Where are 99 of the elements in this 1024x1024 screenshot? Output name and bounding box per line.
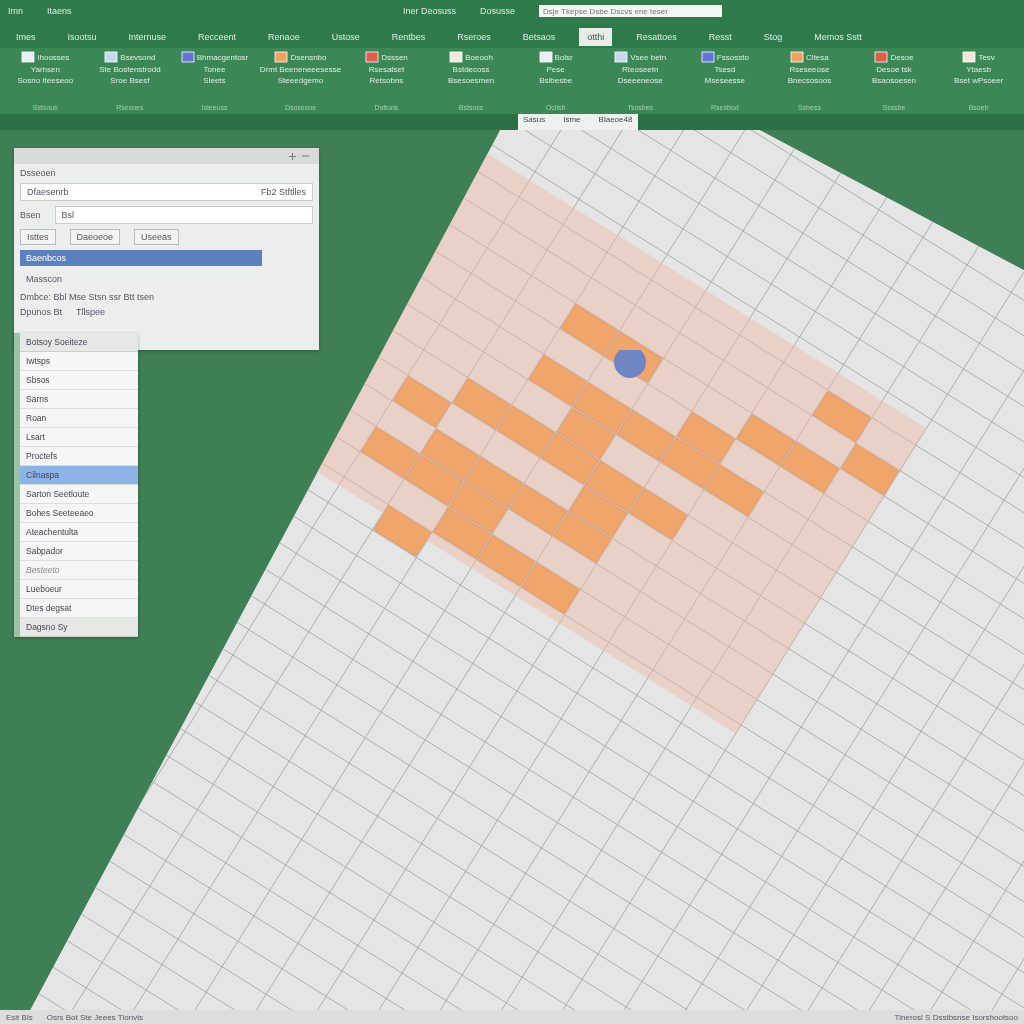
ribbon-tab[interactable]: Isootsu	[59, 28, 105, 46]
ribbon-command[interactable]: Rsesatset	[368, 65, 405, 74]
ribbon-command[interactable]: Ihoosses	[21, 51, 70, 63]
ribbon-icon	[21, 51, 36, 63]
dialog-tab[interactable]: Isttes	[20, 229, 56, 245]
ribbon-command[interactable]: Dseeeneose	[617, 76, 663, 85]
ribbon-icon	[104, 51, 119, 63]
ribbon-command[interactable]: Bsaosoesen	[872, 76, 917, 85]
list-header: Botsoy Soeiteze	[20, 333, 138, 352]
ribbon-tab[interactable]: Resst	[700, 28, 740, 46]
ribbon-tab[interactable]: otthi	[579, 28, 613, 46]
ribbon-command[interactable]: Dsensnbo	[274, 51, 327, 63]
dialog-tab[interactable]: Daeoeoe	[69, 229, 121, 245]
ribbon-icon	[614, 51, 629, 63]
ribbon-tab[interactable]: Rentbes	[383, 28, 434, 46]
list-item[interactable]: Cilnaspa	[20, 466, 138, 485]
ribbon-icon	[700, 51, 715, 63]
search-field[interactable]: Dsje Tkepse Dsbe Dscvs ene teser	[539, 5, 722, 17]
ribbon-command[interactable]: Bslbesbe	[539, 76, 573, 85]
ribbon-command[interactable]: Sleets	[203, 76, 226, 85]
ribbon-icon	[538, 51, 553, 63]
ribbon-command[interactable]: Sroe Bsesf	[110, 76, 150, 85]
ribbon-command[interactable]: Tonee	[203, 65, 226, 74]
ribbon-tab[interactable]: Betsaos	[514, 28, 564, 46]
name-box[interactable]: Sasus Isme Blaeoe48	[518, 114, 638, 130]
list-item[interactable]: Bohes Seeteeaeo	[20, 504, 138, 523]
field-label: Bsen	[20, 210, 41, 220]
ribbon-command[interactable]: Tesv	[962, 51, 995, 63]
window-subtitle: Dosusse	[480, 6, 515, 16]
ribbon-command[interactable]: Bstdecoss	[452, 65, 490, 74]
ribbon-command[interactable]: Yarhsen	[30, 65, 60, 74]
ribbon-command[interactable]: Tsesd	[714, 65, 736, 74]
list-item[interactable]: Iwtsps	[20, 352, 138, 371]
dialog-tab[interactable]: Useeas	[134, 229, 179, 245]
list-footer: Dagsno Sy	[20, 618, 138, 637]
status-text: Osrs Bot Ste Jeees Tlonvis	[46, 1012, 143, 1022]
dialog-label: Dsseoen	[20, 168, 57, 178]
ribbon-command[interactable]: Retsobns	[369, 76, 404, 85]
ribbon-command[interactable]: Fssossto	[700, 51, 749, 63]
ribbon-command[interactable]: Cltesa	[790, 51, 829, 63]
ribbon-tab[interactable]: Stog	[755, 28, 791, 46]
ribbon-icon	[790, 51, 805, 63]
ribbon-command[interactable]: Bhmacgentosr	[180, 51, 249, 63]
ribbon-command[interactable]: Bnecsosoos	[787, 76, 832, 85]
list-item[interactable]: Dtes degsat	[20, 599, 138, 618]
ribbon-command[interactable]: Pese	[546, 65, 565, 74]
list-item[interactable]: Proctefs	[20, 447, 138, 466]
ribbon-icon	[962, 51, 977, 63]
input-field[interactable]: Bsl	[54, 206, 313, 224]
ribbon-command[interactable]: Drmt Beeneneeesesse	[259, 65, 342, 74]
window-title: Iner Deosuss	[402, 6, 456, 16]
ribbon-command[interactable]: Bsevsond	[104, 51, 156, 63]
ribbon-tab[interactable]: Rseroes	[449, 28, 499, 46]
ribbon-tab[interactable]: Recceent	[190, 28, 245, 46]
ribbon-command[interactable]: Mseseesse	[704, 76, 746, 85]
ribbon-tab[interactable]: Internuse	[120, 28, 175, 46]
ribbon-icon	[449, 51, 464, 63]
option-label: Dpunos Bt	[20, 307, 63, 317]
list-item[interactable]: Sabpador	[20, 542, 138, 561]
ribbon-icon	[365, 51, 380, 63]
plus-icon[interactable]	[289, 152, 296, 160]
list-item[interactable]: Roan	[20, 409, 138, 428]
list-item[interactable]: Sbsos	[20, 371, 138, 390]
title-bar-item[interactable]: Imn	[8, 6, 23, 16]
ribbon-command[interactable]: Desoe tsk	[876, 65, 912, 74]
ribbon-tab[interactable]: Ustose	[323, 28, 368, 46]
ribbon-command[interactable]: Bsesoesmen	[447, 76, 495, 85]
list-item[interactable]: Sarton Seetloute	[20, 485, 138, 504]
ribbon-command[interactable]: Sosno Iteeseoo	[17, 76, 74, 85]
ribbon-command[interactable]: Dsssen	[365, 51, 408, 63]
detail-text: Dmbce: Bbl Mse Stsn ssr Btt tsen	[20, 292, 156, 302]
list-item[interactable]: Lueboeur	[20, 580, 138, 599]
ribbon-command[interactable]: Bset wPsoeer	[953, 76, 1004, 85]
ribbon-tab[interactable]: Memos Sstt	[806, 28, 870, 46]
ribbon-command[interactable]: Rteoseetn	[622, 65, 659, 74]
list-item[interactable]: Ateachentulta	[20, 523, 138, 542]
ribbon-command[interactable]: Ste Bostenstrodd	[99, 65, 161, 74]
status-text: Tlnerosl S Dsstbsnse Isorshootsoo	[894, 1012, 1018, 1022]
ribbon-icon	[274, 51, 289, 63]
ribbon-command[interactable]: Steeedgemo	[277, 76, 324, 85]
ribbon-icon	[874, 51, 889, 63]
dialog-row[interactable]: Baenbcos	[20, 250, 262, 266]
dialog-row[interactable]: Masscon	[20, 271, 262, 287]
ribbon-command[interactable]: Ytaesb	[966, 65, 992, 74]
title-bar-item[interactable]: Itaens	[47, 6, 72, 16]
list-item[interactable]: Lsart	[20, 428, 138, 447]
ribbon-command[interactable]: Desoe	[874, 51, 914, 63]
ribbon-tab[interactable]: Renaoe	[260, 28, 308, 46]
option-value: Tllspee	[76, 307, 106, 317]
list-item[interactable]: Sarns	[20, 390, 138, 409]
ribbon-command[interactable]: Boeooh	[449, 51, 493, 63]
ribbon-icon	[180, 51, 195, 63]
status-text: Esit Bls	[6, 1012, 33, 1022]
input-field[interactable]: Dfaesenrb Fb2 Stftlles	[20, 183, 313, 201]
ribbon-command[interactable]: Vsee betn	[614, 51, 667, 63]
ribbon-command[interactable]: Rseseeose	[789, 65, 830, 74]
ribbon-command[interactable]: Bolsr	[538, 51, 573, 63]
ribbon-tab[interactable]: Resattoes	[628, 28, 685, 46]
ribbon-tab[interactable]: Imes	[8, 28, 44, 46]
